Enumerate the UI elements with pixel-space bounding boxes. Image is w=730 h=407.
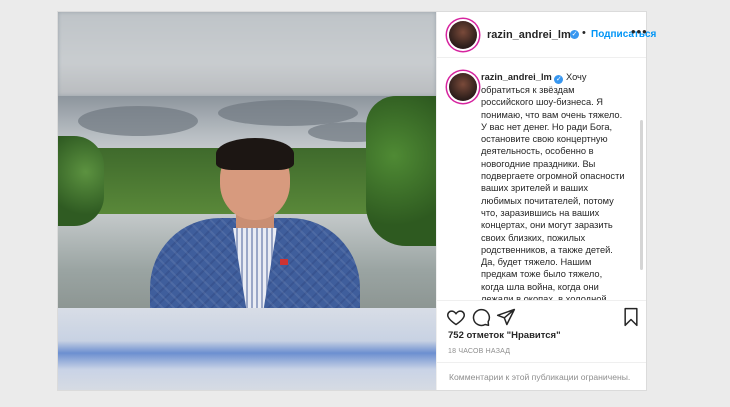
- post-video[interactable]: [58, 12, 436, 390]
- caption-username[interactable]: razin_andrei_lm: [481, 72, 552, 82]
- more-icon[interactable]: •••: [631, 24, 648, 39]
- bookmark-icon[interactable]: [621, 307, 641, 327]
- video-blur-bottom: [58, 308, 436, 390]
- instagram-post: razin_andrei_lm ✓ • Подписаться ••• razi…: [57, 11, 656, 391]
- timestamp[interactable]: 18 ЧАСОВ НАЗАД: [448, 348, 510, 355]
- comment-icon[interactable]: [471, 307, 491, 327]
- separator-dot: •: [582, 27, 586, 39]
- caption: razin_andrei_lm ✓ Хочу обратиться к звёз…: [437, 58, 646, 300]
- caption-body: Хочу обратиться к звёздам российского шо…: [481, 72, 625, 300]
- heart-icon[interactable]: [446, 307, 466, 327]
- post-sidebar: razin_andrei_lm ✓ • Подписаться ••• razi…: [436, 12, 656, 390]
- share-icon[interactable]: [496, 307, 516, 327]
- caption-scrollbar[interactable]: [640, 120, 643, 270]
- avatar[interactable]: [449, 21, 477, 49]
- comments-restricted-notice: Комментарии к этой публикации ограничены…: [449, 372, 631, 382]
- header-username[interactable]: razin_andrei_lm: [487, 29, 571, 41]
- verified-icon: ✓: [554, 75, 564, 84]
- speaker: [150, 138, 360, 308]
- caption-text: razin_andrei_lm ✓ Хочу обратиться к звёз…: [481, 71, 626, 300]
- comments-area: Комментарии к этой публикации ограничены…: [437, 362, 646, 390]
- video-blur-top: [58, 12, 436, 96]
- tree-left: [58, 136, 104, 226]
- caption-avatar[interactable]: [449, 73, 477, 101]
- tree-right: [366, 96, 436, 246]
- post-header: razin_andrei_lm ✓ • Подписаться •••: [437, 12, 656, 58]
- video-frame: [58, 96, 436, 308]
- verified-icon: ✓: [570, 30, 579, 39]
- likes-count[interactable]: 752 отметок "Нравится": [448, 330, 561, 341]
- action-bar: [437, 300, 646, 330]
